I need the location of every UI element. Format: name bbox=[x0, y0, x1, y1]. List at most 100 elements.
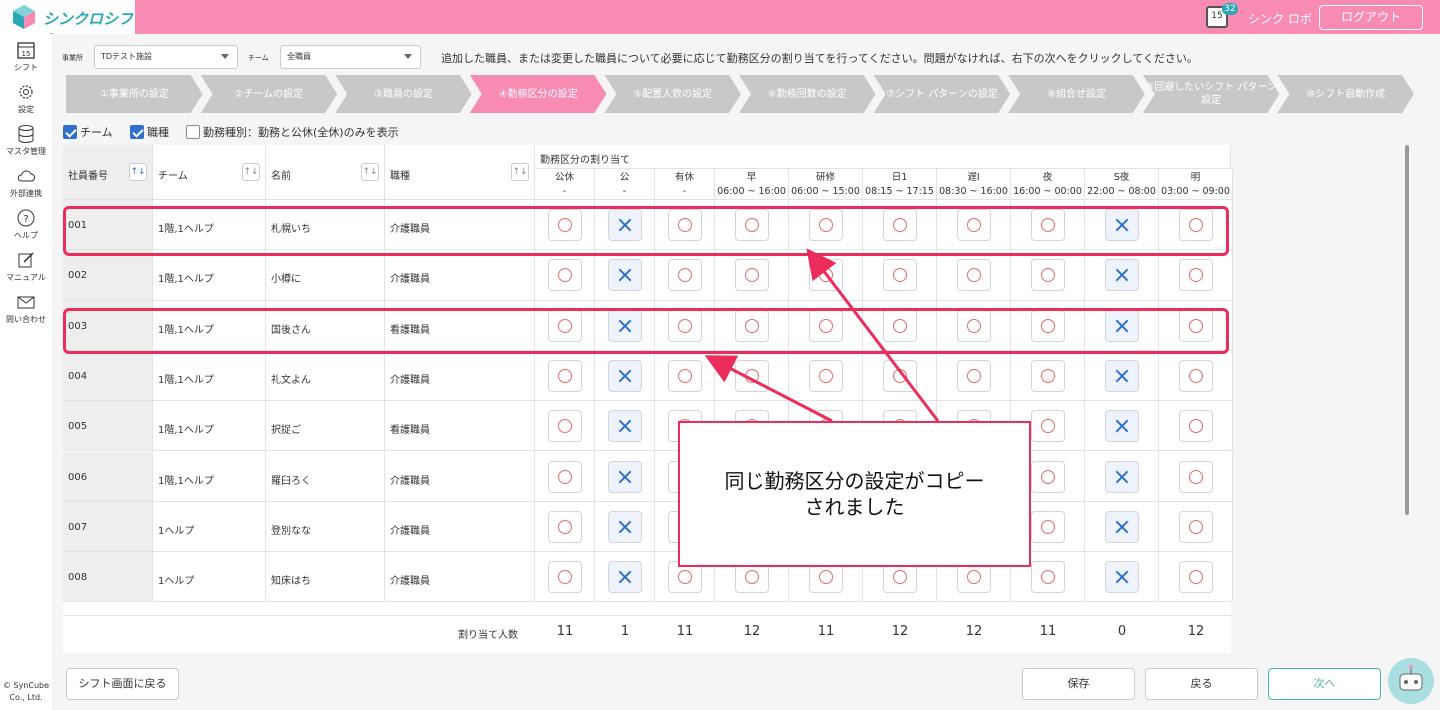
step-5[interactable]: ⑤配置人数の設定 bbox=[604, 75, 741, 113]
row-cell-job: 看護職員 bbox=[385, 401, 535, 452]
assigned-toggle[interactable] bbox=[1031, 410, 1065, 443]
sidebar-item-settings[interactable]: 設定 bbox=[0, 82, 52, 115]
sort-icon[interactable]: ↑↓ bbox=[242, 163, 260, 181]
assigned-toggle[interactable] bbox=[1031, 259, 1065, 292]
assigned-toggle[interactable] bbox=[883, 359, 917, 392]
back-to-shift-button[interactable]: シフト画面に戻る bbox=[66, 668, 179, 700]
step-2[interactable]: ②チームの設定 bbox=[201, 75, 338, 113]
circle-icon bbox=[678, 570, 692, 585]
step-9[interactable]: ⑨回避したいシフト パターン設定 bbox=[1143, 75, 1280, 113]
assigned-toggle[interactable] bbox=[1179, 561, 1213, 594]
unassigned-toggle[interactable] bbox=[1105, 561, 1139, 594]
assigned-toggle[interactable] bbox=[548, 561, 582, 594]
step-6[interactable]: ⑥勤務回数の設定 bbox=[739, 75, 876, 113]
shift-cell bbox=[715, 250, 789, 301]
unassigned-toggle[interactable] bbox=[608, 259, 642, 292]
shift-header: 公- bbox=[595, 169, 655, 200]
unassigned-toggle[interactable] bbox=[608, 510, 642, 543]
cross-icon bbox=[1115, 268, 1129, 282]
shift-header: 有休 - bbox=[655, 169, 715, 200]
logo[interactable]: シンクロシフト bbox=[0, 0, 135, 49]
assigned-toggle[interactable] bbox=[1179, 460, 1213, 493]
save-button[interactable]: 保存 bbox=[1022, 668, 1135, 700]
assigned-toggle[interactable] bbox=[1031, 561, 1065, 594]
row-cell-team: 1階,1ヘルプ bbox=[153, 350, 266, 402]
table-footer: 割り当て人数 11 1 11 12 11 12 12 11 0 12 bbox=[63, 615, 1231, 650]
unassigned-toggle[interactable] bbox=[1105, 510, 1139, 543]
sidebar-item-label: 問い合わせ bbox=[6, 315, 46, 324]
cell-text: 1階,1ヘルプ bbox=[158, 274, 214, 286]
cell-text: 008 bbox=[68, 572, 88, 584]
shift-cell bbox=[535, 350, 595, 402]
step-1[interactable]: ①事業所の設定 bbox=[66, 75, 203, 113]
assigned-toggle[interactable] bbox=[735, 259, 769, 292]
assigned-toggle[interactable] bbox=[548, 410, 582, 443]
scrollbar[interactable] bbox=[1405, 145, 1409, 515]
shift-name: 遅I bbox=[967, 172, 980, 183]
unassigned-toggle[interactable] bbox=[1105, 259, 1139, 292]
assigned-toggle[interactable] bbox=[1031, 359, 1065, 392]
robot-assistant-icon[interactable] bbox=[1388, 658, 1434, 704]
back-button[interactable]: 戻る bbox=[1145, 668, 1258, 700]
assigned-toggle[interactable] bbox=[1179, 510, 1213, 543]
assigned-toggle[interactable] bbox=[957, 359, 991, 392]
cell-text: 択捉ご bbox=[271, 425, 301, 437]
assigned-toggle[interactable] bbox=[548, 259, 582, 292]
step-4[interactable]: ④勤務区分の設定 bbox=[470, 75, 607, 113]
sidebar-item-manual[interactable]: マニュアル bbox=[0, 250, 52, 283]
assigned-toggle[interactable] bbox=[548, 510, 582, 543]
assigned-toggle[interactable] bbox=[1179, 410, 1213, 443]
step-7[interactable]: ⑦シフト パターンの設定 bbox=[874, 75, 1011, 113]
assigned-toggle[interactable] bbox=[1031, 460, 1065, 493]
step-8[interactable]: ⑧組合せ設定 bbox=[1008, 75, 1145, 113]
sort-icon[interactable]: ↑↓ bbox=[129, 163, 147, 181]
assigned-toggle[interactable] bbox=[1179, 359, 1213, 392]
assigned-toggle[interactable] bbox=[883, 259, 917, 292]
sort-icon[interactable]: ↑↓ bbox=[361, 163, 379, 181]
assigned-toggle[interactable] bbox=[548, 460, 582, 493]
sidebar-item-help[interactable]: ? ヘルプ bbox=[0, 208, 52, 241]
shift-header: 遅I 08:30 ~ 16:00 bbox=[937, 169, 1011, 200]
team-select[interactable]: 全職員 bbox=[280, 45, 421, 69]
assigned-toggle[interactable] bbox=[809, 259, 843, 292]
unassigned-toggle[interactable] bbox=[608, 410, 642, 443]
next-button[interactable]: 次へ bbox=[1268, 668, 1381, 700]
cell-text: 登別なな bbox=[271, 525, 311, 537]
step-10[interactable]: ⑩シフト自動作成 bbox=[1277, 75, 1414, 113]
assigned-toggle[interactable] bbox=[957, 259, 991, 292]
row-cell-no: 004 bbox=[63, 350, 153, 402]
sidebar-item-external[interactable]: 外部連携 bbox=[0, 166, 52, 199]
office-select[interactable]: TDテスト施設 bbox=[94, 45, 238, 69]
assigned-toggle[interactable] bbox=[1179, 259, 1213, 292]
user-name[interactable]: シンク ロボ bbox=[1248, 10, 1312, 27]
unassigned-toggle[interactable] bbox=[608, 460, 642, 493]
job-checkbox[interactable]: 職種 bbox=[130, 124, 169, 140]
assigned-toggle[interactable] bbox=[1031, 510, 1065, 543]
cross-icon bbox=[1115, 570, 1129, 584]
database-icon bbox=[18, 125, 34, 144]
sidebar-item-master[interactable]: マスタ管理 bbox=[0, 124, 52, 157]
work-type-checkbox[interactable]: 勤務種別：勤務と公休(全休)のみを表示 bbox=[186, 124, 399, 140]
assigned-toggle[interactable] bbox=[668, 259, 702, 292]
assigned-toggle[interactable] bbox=[809, 359, 843, 392]
unassigned-toggle[interactable] bbox=[1105, 460, 1139, 493]
unassigned-toggle[interactable] bbox=[1105, 410, 1139, 443]
sort-icon[interactable]: ↑↓ bbox=[511, 163, 529, 181]
cross-icon bbox=[1115, 369, 1129, 383]
unassigned-toggle[interactable] bbox=[1105, 359, 1139, 392]
unassigned-toggle[interactable] bbox=[608, 359, 642, 392]
assigned-toggle[interactable] bbox=[735, 359, 769, 392]
shift-cell bbox=[1159, 451, 1233, 502]
unassigned-toggle[interactable] bbox=[608, 561, 642, 594]
assigned-toggle[interactable] bbox=[548, 359, 582, 392]
sidebar-item-shift[interactable]: 15 シフト bbox=[0, 40, 52, 73]
column-header-employee_no: 社員番号 ↑↓ bbox=[63, 145, 153, 200]
assigned-toggle[interactable] bbox=[668, 359, 702, 392]
sidebar-item-contact[interactable]: 問い合わせ bbox=[0, 292, 52, 325]
cell-text: 002 bbox=[68, 270, 88, 282]
logout-button[interactable]: ログアウト bbox=[1319, 5, 1423, 30]
step-3[interactable]: ③職員の設定 bbox=[335, 75, 472, 113]
shift-header: 研修 06:00 ~ 15:00 bbox=[789, 169, 863, 200]
team-checkbox[interactable]: チーム bbox=[63, 124, 113, 140]
assigned-count: 12 bbox=[891, 624, 909, 640]
